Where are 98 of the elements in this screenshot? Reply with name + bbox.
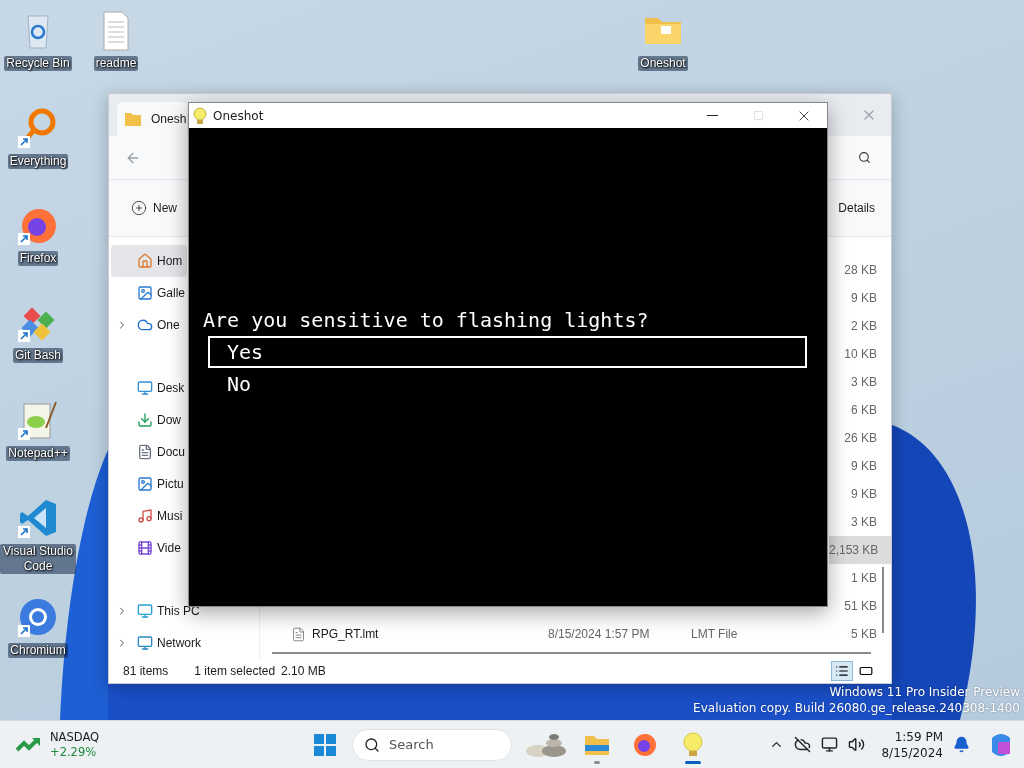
file-row[interactable]: 1 KB [829,564,891,592]
choice-option[interactable]: Yes [208,336,807,368]
cloud-off-icon[interactable] [794,736,812,753]
cloud-icon [137,317,153,333]
sidebar-item[interactable]: Docu [111,436,189,468]
file-row[interactable]: 26 KB [829,424,891,452]
new-button[interactable]: New [127,196,181,220]
windows-logo-icon [314,733,336,756]
file-date: 8/15/2024 1:57 PM [548,627,651,641]
sidebar-item[interactable]: Vide [111,532,187,564]
desktop-icon-label[interactable]: Firefox [17,251,59,266]
trend-up-icon [16,735,42,754]
vertical-scrollbar[interactable] [882,567,884,633]
bell-icon[interactable] [953,736,970,753]
file-row[interactable]: 10 KB [829,340,891,368]
file-row[interactable]: 9 KB [829,452,891,480]
file-size: 2,153 KB [829,543,879,557]
desktop-icon-label[interactable]: Chromium [8,643,68,658]
stock-name: NASDAQ [50,729,100,745]
file-size: 6 KB [850,403,877,417]
monitor-icon [137,603,153,619]
document-icon [137,444,153,460]
file-size: 26 KB [843,431,877,445]
file-row[interactable]: 9 KB [829,284,891,312]
sidebar-item[interactable]: Desk [111,372,189,404]
search-field[interactable]: Search [352,728,512,761]
list-icon [835,664,849,678]
firefox-icon [633,732,657,757]
file-size: 3 KB [850,375,877,389]
music-note-icon [137,508,153,524]
sidebar-item[interactable]: Pictu [111,468,188,500]
sidebar-item[interactable]: Musi [111,500,187,532]
file-size: 28 KB [843,263,877,277]
film-icon [137,540,153,556]
network-icon[interactable] [821,736,839,753]
file-icon [291,626,306,642]
sidebar-item[interactable]: Galle [111,277,189,309]
desktop-icon-label[interactable]: Git Bash [13,348,63,363]
file-type: LMT File [691,627,739,641]
sidebar-item[interactable]: One [111,309,187,341]
search-icon[interactable] [858,151,871,164]
file-name: RPG_RT.lmt [312,627,379,641]
sidebar-item[interactable]: Network [111,627,205,659]
picture-icon [137,285,153,301]
desktop-icon-label[interactable]: Recycle Bin [4,56,72,71]
file-row[interactable]: 51 KB [829,592,891,620]
volume-icon[interactable] [848,736,866,753]
file-row[interactable]: 3 KB [829,368,891,396]
stock-change: +2.29% [50,744,98,760]
file-size: 10 KB [843,347,877,361]
picture-icon [137,476,153,492]
file-row[interactable]: RPG_RT.lmt 8/15/2024 1:57 PM LMT File 5 KB [260,620,891,648]
search-icon [364,736,380,753]
file-size: 5 KB [850,627,877,641]
file-size: 9 KB [850,487,877,501]
file-row[interactable]: 6 KB [829,396,891,424]
desktop-icon-label[interactable]: readme [93,56,139,71]
sidebar-item[interactable]: Hom [111,245,187,277]
file-size: 9 KB [850,459,877,473]
selection-size: 2.10 MB [281,664,326,678]
choice-option[interactable]: No [208,368,807,400]
desktop-icon-label[interactable]: Oneshot [638,56,688,71]
question-text: Are you sensitive to flashing lights? [203,309,650,331]
desktop-icon-label[interactable]: Everything [7,154,69,169]
home-icon [137,253,153,269]
monitor-icon [137,635,153,651]
file-row[interactable]: 2,153 KB [829,536,891,564]
download-icon [137,412,153,428]
folder-icon [125,112,141,126]
explorer-tab[interactable]: Onesh [117,102,187,136]
file-size: 2 KB [850,319,877,333]
stock-widget[interactable]: NASDAQ +2.29% [16,729,306,760]
minimize-icon [706,115,718,116]
desktop-icon-label[interactable]: Notepad++ [6,446,70,461]
maximize-icon [752,110,764,121]
file-row[interactable]: 28 KB [829,256,891,284]
sidebar-item[interactable]: Dow [111,404,187,436]
lightbulb-icon [193,106,207,125]
file-size: 9 KB [850,291,877,305]
details-button[interactable]: Details [834,197,879,219]
file-size: 51 KB [843,599,877,613]
file-size: 3 KB [850,515,877,529]
file-size: 1 KB [850,571,877,585]
rectangle-icon [859,664,873,678]
tab-title: Onesh [151,112,187,126]
monitor-icon [137,380,153,396]
clock[interactable]: 1:59 PM 8/15/2024 [881,728,943,761]
lightbulb-icon [683,731,703,758]
details-view-button[interactable] [831,661,853,681]
file-row[interactable]: 3 KB [829,508,891,536]
file-row[interactable]: 9 KB [829,480,891,508]
horizontal-scrollbar[interactable] [272,652,871,654]
plus-icon [131,200,147,216]
selection-count: 1 item selected [194,664,276,678]
item-count: 81 items [123,664,169,678]
window-title: Oneshot [213,108,264,123]
desktop-icon-label[interactable]: Visual Studio Code [0,544,76,574]
file-row[interactable]: 2 KB [829,312,891,340]
